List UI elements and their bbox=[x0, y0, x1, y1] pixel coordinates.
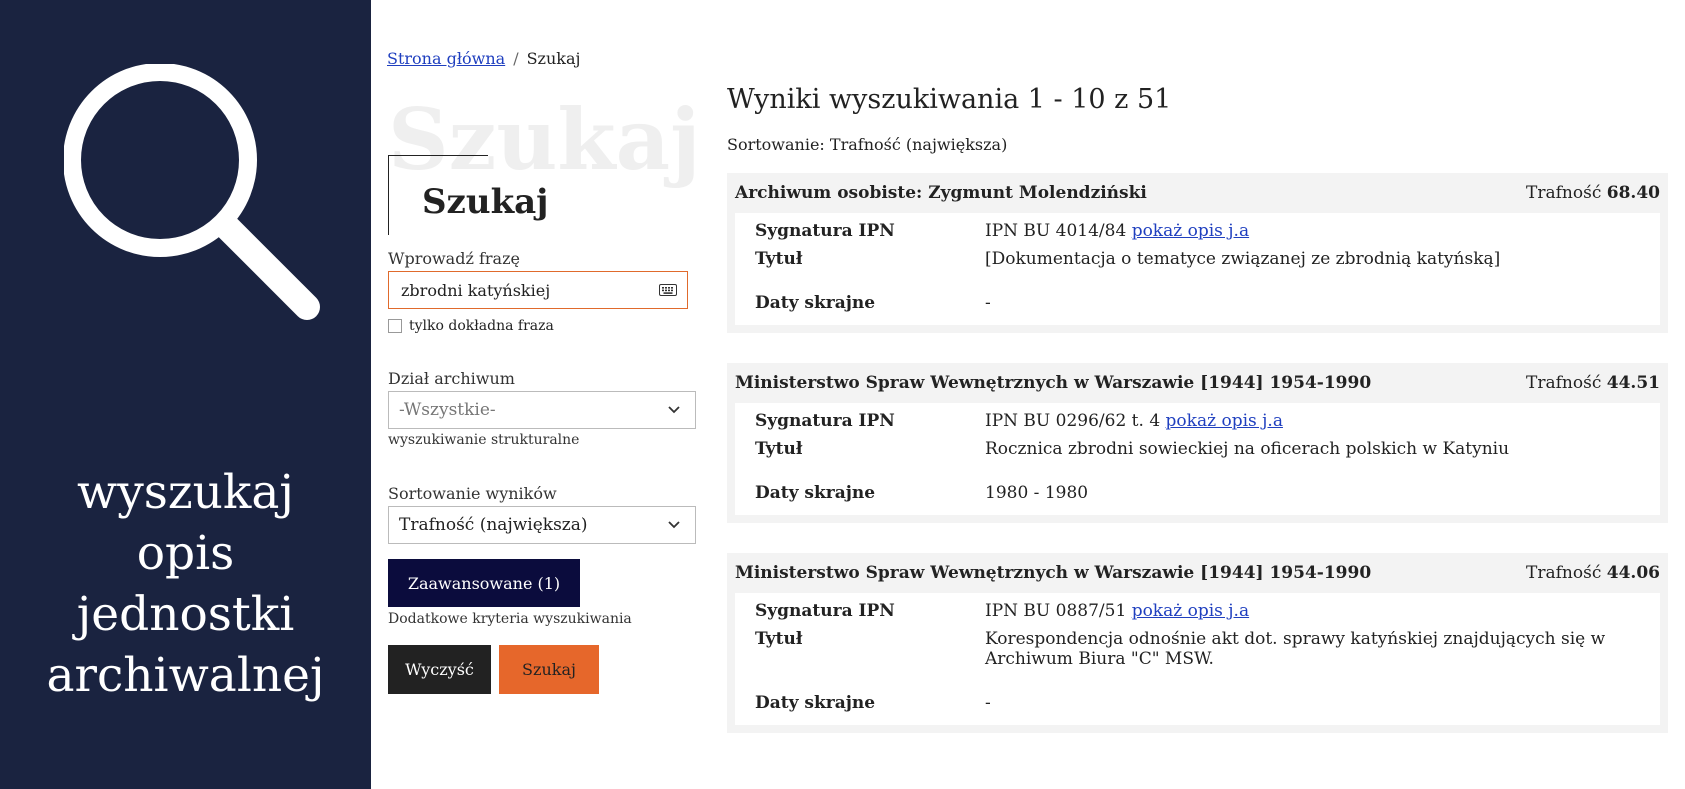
chevron-down-icon bbox=[668, 406, 680, 414]
title-label: Tytuł bbox=[755, 629, 803, 649]
signature-label: Sygnatura IPN bbox=[755, 221, 895, 241]
result-score: Trafność 44.06 bbox=[1526, 563, 1660, 583]
hero-line-1: wyszukaj bbox=[76, 465, 294, 520]
section-select[interactable]: -Wszystkie- bbox=[388, 391, 696, 429]
show-description-link[interactable]: pokaż opis j.a bbox=[1166, 411, 1283, 431]
hero-panel: wyszukaj opis jednostki archiwalnej bbox=[0, 0, 371, 789]
result-score: Trafność 44.51 bbox=[1526, 373, 1660, 393]
result-body: Sygnatura IPN IPN BU 0887/51 pokaż opis … bbox=[735, 593, 1660, 725]
phrase-field[interactable] bbox=[388, 271, 688, 309]
chevron-down-icon bbox=[668, 521, 680, 529]
sort-select-value: Trafność (największa) bbox=[399, 515, 588, 535]
result-body: Sygnatura IPN IPN BU 4014/84 pokaż opis … bbox=[735, 213, 1660, 325]
advanced-hint: Dodatkowe kryteria wyszukiwania bbox=[388, 611, 632, 627]
signature-text: IPN BU 0296/62 t. 4 bbox=[985, 411, 1161, 431]
dates-label: Daty skrajne bbox=[755, 293, 876, 313]
hero-tagline: wyszukaj opis jednostki archiwalnej bbox=[0, 462, 371, 706]
signature-value: IPN BU 4014/84 pokaż opis j.a bbox=[985, 221, 1640, 241]
dates-label: Daty skrajne bbox=[755, 483, 876, 503]
breadcrumb-home-link[interactable]: Strona główna bbox=[387, 49, 505, 68]
result-header: Ministerstwo Spraw Wewnętrznych w Warsza… bbox=[735, 363, 1660, 403]
title-label: Tytuł bbox=[755, 249, 803, 269]
signature-row: Sygnatura IPN IPN BU 4014/84 pokaż opis … bbox=[755, 221, 1640, 241]
title-value: [Dokumentacja o tematyce związanej ze zb… bbox=[985, 249, 1501, 269]
sort-label: Sortowanie wyników bbox=[388, 484, 557, 503]
hero-line-4: archiwalnej bbox=[46, 648, 325, 703]
breadcrumb-current: Szukaj bbox=[526, 49, 581, 68]
exact-phrase-option[interactable]: tylko dokładna fraza bbox=[388, 318, 554, 334]
result-header: Archiwum osobiste: Zygmunt Molendziński … bbox=[735, 173, 1660, 213]
search-button[interactable]: Szukaj bbox=[499, 645, 599, 694]
breadcrumb: Strona główna / Szukaj bbox=[387, 49, 580, 68]
signature-row: Sygnatura IPN IPN BU 0296/62 t. 4 pokaż … bbox=[755, 411, 1640, 431]
score-label: Trafność bbox=[1526, 183, 1602, 203]
structural-search-label[interactable]: wyszukiwanie strukturalne bbox=[388, 432, 579, 448]
breadcrumb-separator: / bbox=[513, 49, 519, 68]
search-icon bbox=[64, 64, 320, 320]
phrase-label: Wprowadź frazę bbox=[388, 249, 520, 268]
signature-text: IPN BU 4014/84 bbox=[985, 221, 1127, 241]
signature-label: Sygnatura IPN bbox=[755, 411, 895, 431]
dates-row: Daty skrajne - bbox=[755, 693, 1640, 713]
score-value: 68.40 bbox=[1606, 183, 1660, 203]
result-body: Sygnatura IPN IPN BU 0296/62 t. 4 pokaż … bbox=[735, 403, 1660, 515]
score-value: 44.51 bbox=[1606, 373, 1660, 393]
dates-value: - bbox=[985, 293, 991, 313]
section-label: Dział archiwum bbox=[388, 369, 515, 388]
hero-line-2: opis bbox=[136, 526, 235, 581]
score-label: Trafność bbox=[1526, 563, 1602, 583]
dates-value: - bbox=[985, 693, 991, 713]
show-description-link[interactable]: pokaż opis j.a bbox=[1132, 221, 1249, 241]
title-value: Rocznica zbrodni sowieckiej na oficerach… bbox=[985, 439, 1510, 459]
exact-phrase-label: tylko dokładna fraza bbox=[409, 318, 554, 334]
signature-value: IPN BU 0296/62 t. 4 pokaż opis j.a bbox=[985, 411, 1640, 431]
score-value: 44.06 bbox=[1606, 563, 1660, 583]
advanced-button[interactable]: Zaawansowane (1) bbox=[388, 559, 580, 607]
result-card: Archiwum osobiste: Zygmunt Molendziński … bbox=[727, 173, 1668, 333]
title-row: Tytuł Korespondencja odnośnie akt dot. s… bbox=[755, 629, 1640, 669]
title-row: Tytuł Rocznica zbrodni sowieckiej na ofi… bbox=[755, 439, 1640, 459]
sort-select[interactable]: Trafność (największa) bbox=[388, 506, 696, 544]
form-title: Szukaj bbox=[422, 182, 549, 222]
dates-label: Daty skrajne bbox=[755, 693, 876, 713]
show-description-link[interactable]: pokaż opis j.a bbox=[1132, 601, 1249, 621]
results-sort: Sortowanie: Trafność (największa) bbox=[727, 135, 1008, 154]
dates-value: 1980 - 1980 bbox=[985, 483, 1089, 503]
exact-phrase-checkbox[interactable] bbox=[388, 319, 402, 333]
dates-row: Daty skrajne 1980 - 1980 bbox=[755, 483, 1640, 503]
result-card: Ministerstwo Spraw Wewnętrznych w Warsza… bbox=[727, 553, 1668, 733]
results-title: Wyniki wyszukiwania 1 - 10 z 51 bbox=[727, 84, 1172, 115]
hero-line-3: jednostki bbox=[76, 587, 295, 642]
result-name: Ministerstwo Spraw Wewnętrznych w Warsza… bbox=[735, 373, 1372, 393]
title-row: Tytuł [Dokumentacja o tematyce związanej… bbox=[755, 249, 1640, 269]
result-header: Ministerstwo Spraw Wewnętrznych w Warsza… bbox=[735, 553, 1660, 593]
result-card: Ministerstwo Spraw Wewnętrznych w Warsza… bbox=[727, 363, 1668, 523]
title-value: Korespondencja odnośnie akt dot. sprawy … bbox=[985, 629, 1606, 669]
signature-text: IPN BU 0887/51 bbox=[985, 601, 1127, 621]
dates-row: Daty skrajne - bbox=[755, 293, 1640, 313]
signature-value: IPN BU 0887/51 pokaż opis j.a bbox=[985, 601, 1640, 621]
signature-label: Sygnatura IPN bbox=[755, 601, 895, 621]
clear-button[interactable]: Wyczyść bbox=[388, 645, 491, 694]
result-name: Archiwum osobiste: Zygmunt Molendziński bbox=[735, 183, 1147, 203]
section-select-value: -Wszystkie- bbox=[399, 400, 496, 420]
title-label: Tytuł bbox=[755, 439, 803, 459]
keyboard-icon[interactable] bbox=[659, 284, 677, 296]
signature-row: Sygnatura IPN IPN BU 0887/51 pokaż opis … bbox=[755, 601, 1640, 621]
result-score: Trafność 68.40 bbox=[1526, 183, 1660, 203]
phrase-input[interactable] bbox=[401, 280, 659, 300]
result-name: Ministerstwo Spraw Wewnętrznych w Warsza… bbox=[735, 563, 1372, 583]
score-label: Trafność bbox=[1526, 373, 1602, 393]
